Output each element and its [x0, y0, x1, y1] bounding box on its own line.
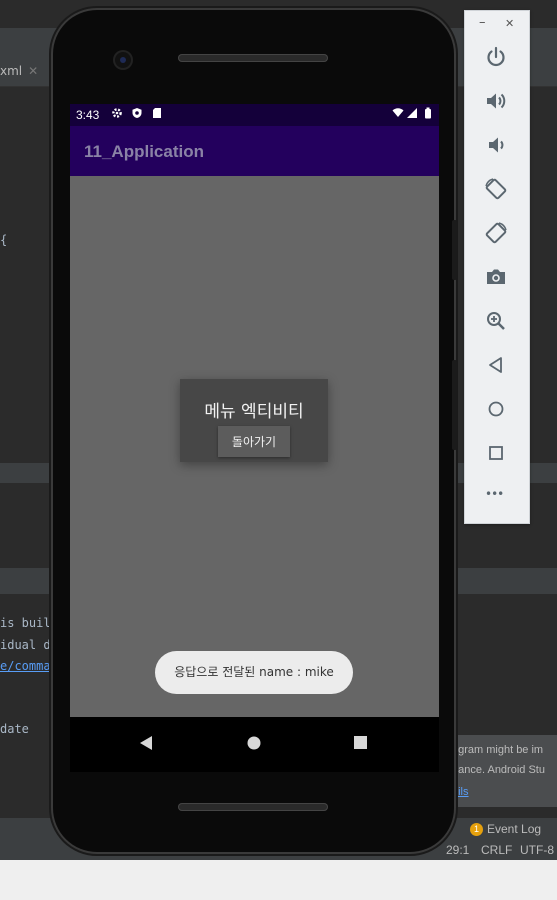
cursor-position[interactable]: 29:1	[446, 843, 469, 857]
zoom-in-icon[interactable]	[484, 309, 508, 333]
android-status-bar: 3:43	[70, 104, 439, 126]
editor-tab-label: xml	[0, 64, 23, 78]
console-link[interactable]: e/comma	[0, 659, 51, 673]
more-options-icon[interactable]: •••	[485, 487, 509, 511]
editor-tab[interactable]: xml ✕	[0, 64, 38, 78]
home-icon[interactable]	[484, 397, 508, 421]
back-icon[interactable]	[484, 353, 508, 377]
signal-icon	[407, 108, 417, 118]
wifi-icon	[392, 108, 404, 117]
console-line: is buil	[0, 616, 51, 630]
bottom-speaker	[178, 803, 328, 811]
phone-side-button	[452, 220, 457, 280]
ide-notification: ogram might be im nance. Android Stu gil…	[452, 735, 557, 807]
android-nav-bar	[70, 717, 439, 772]
notice-text: nance. Android Stu	[452, 764, 545, 776]
rotate-left-icon[interactable]	[484, 177, 508, 201]
emulator-toolbar: – ✕ •••	[464, 10, 530, 524]
dialog-title: 메뉴 엑티비티	[204, 402, 304, 422]
close-button[interactable]: ✕	[505, 17, 514, 30]
emulator-phone-frame: 3:43 11_Application 메뉴 엑티비티 돌아가기 응답으로 전달…	[53, 10, 457, 852]
menu-activity-dialog: 메뉴 엑티비티 돌아가기	[180, 379, 328, 462]
app-title: 11_Application	[84, 142, 204, 161]
nav-home-icon[interactable]	[246, 735, 262, 751]
phone-side-button	[452, 360, 457, 450]
code-brace: {	[0, 233, 8, 247]
rotate-right-icon[interactable]	[484, 221, 508, 245]
line-separator[interactable]: CRLF	[481, 843, 512, 857]
front-camera	[115, 52, 131, 68]
volume-down-icon[interactable]	[484, 133, 508, 157]
shield-icon	[132, 108, 142, 118]
event-log-button[interactable]: 1 Event Log	[470, 822, 541, 836]
console-line: date	[0, 722, 29, 736]
console-line: idual d	[0, 638, 51, 652]
toast-message: 응답으로 전달된 name : mike	[155, 651, 353, 694]
phone-screen: 3:43 11_Application 메뉴 엑티비티 돌아가기 응답으로 전달…	[70, 104, 439, 717]
app-bar: 11_Application	[70, 126, 439, 176]
camera-icon[interactable]	[484, 265, 508, 289]
overview-icon[interactable]	[484, 441, 508, 465]
nav-back-icon[interactable]	[139, 735, 153, 751]
event-log-badge: 1	[470, 823, 483, 836]
top-speaker	[178, 54, 328, 62]
settings-icon	[112, 108, 122, 118]
sd-card-icon	[153, 108, 161, 118]
notice-text: ogram might be im	[452, 744, 544, 756]
event-log-label: Event Log	[487, 822, 542, 836]
power-icon[interactable]	[484, 45, 508, 69]
tab-close-icon[interactable]: ✕	[28, 64, 38, 78]
status-time: 3:43	[76, 108, 100, 122]
back-button[interactable]: 돌아가기	[218, 426, 290, 457]
volume-up-icon[interactable]	[484, 89, 508, 113]
notice-link[interactable]: gils	[452, 786, 469, 798]
nav-recents-icon[interactable]	[353, 735, 368, 750]
minimize-button[interactable]: –	[479, 15, 486, 30]
file-encoding[interactable]: UTF-8	[520, 843, 554, 857]
battery-icon	[425, 107, 431, 119]
